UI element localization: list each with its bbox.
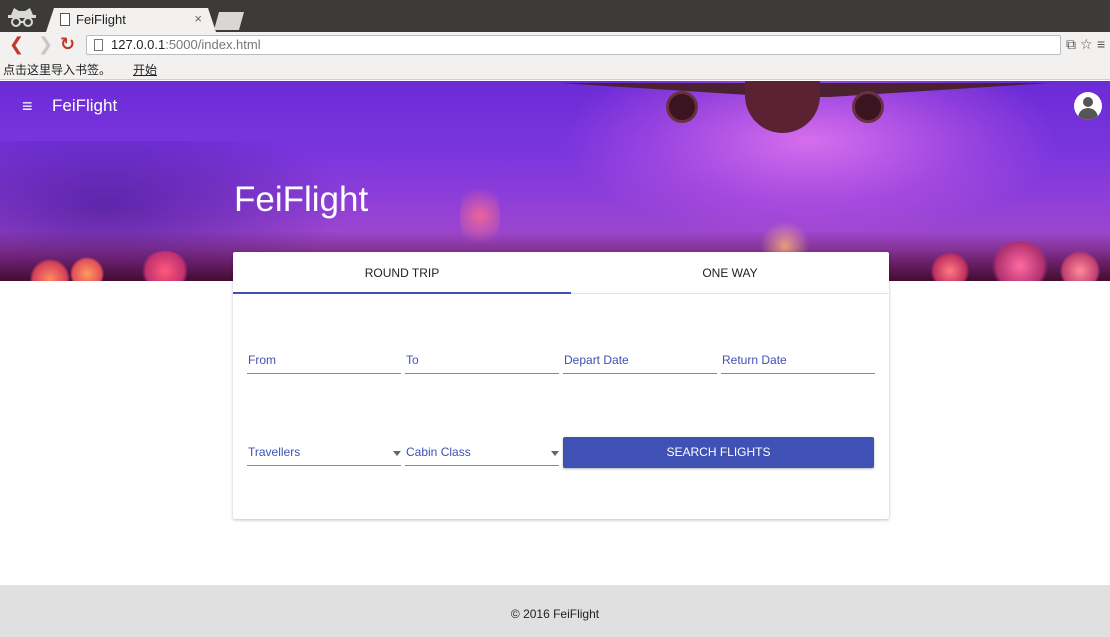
travellers-label: Travellers — [248, 445, 301, 459]
page-icon — [60, 13, 70, 26]
to-label: To — [406, 353, 419, 367]
browser-toolbar: ❮ ❯ ↻ 127.0.0.1:5000/index.html ⧉ ☆ ≡ — [0, 32, 1110, 58]
star-icon[interactable]: ☆ — [1080, 36, 1093, 53]
bookmarks-start-link[interactable]: 开始 — [133, 61, 157, 78]
forward-icon[interactable]: ❯ — [38, 34, 53, 54]
to-field[interactable]: To — [405, 350, 559, 374]
footer: © 2016 FeiFlight — [0, 585, 1110, 637]
url-text: 127.0.0.1:5000/index.html — [111, 37, 261, 52]
browser-tab[interactable]: FeiFlight × — [46, 8, 216, 32]
page-icon — [94, 39, 103, 51]
browser-tabstrip: FeiFlight × — [0, 0, 1110, 32]
flight-search-card: ROUND TRIP ONE WAY From To Depart Date R… — [233, 252, 889, 519]
app-title: FeiFlight — [52, 96, 118, 115]
travellers-select[interactable]: Travellers — [247, 442, 401, 466]
tab-one-way[interactable]: ONE WAY — [571, 252, 889, 294]
cabin-class-select[interactable]: Cabin Class — [405, 442, 559, 466]
active-tab-indicator — [233, 292, 571, 294]
hero-banner — [0, 81, 1110, 281]
address-bar[interactable]: 127.0.0.1:5000/index.html — [86, 35, 1061, 55]
hamburger-menu-icon[interactable]: ≡ — [22, 96, 33, 117]
from-field[interactable]: From — [247, 350, 401, 374]
cabin-class-label: Cabin Class — [406, 445, 471, 459]
account-avatar-icon[interactable] — [1074, 92, 1102, 120]
dropdown-arrow-icon — [551, 451, 559, 456]
tab-round-trip[interactable]: ROUND TRIP — [233, 252, 571, 294]
footer-copyright: © 2016 FeiFlight — [510, 607, 600, 621]
trip-type-tabs: ROUND TRIP ONE WAY — [233, 252, 889, 294]
bookmarks-bar: 点击这里导入书签。 开始 — [0, 58, 1110, 80]
translate-icon[interactable]: ⧉ — [1066, 36, 1076, 53]
hero-title: FeiFlight — [234, 180, 369, 219]
depart-date-field[interactable]: Depart Date — [563, 350, 717, 374]
reload-icon[interactable]: ↻ — [60, 34, 75, 54]
return-date-label: Return Date — [722, 353, 787, 367]
dropdown-arrow-icon — [393, 451, 401, 456]
bookmarks-prompt: 点击这里导入书签。 — [3, 63, 112, 77]
from-label: From — [248, 353, 276, 367]
new-tab-button[interactable] — [214, 12, 244, 30]
search-flights-button[interactable]: SEARCH FLIGHTS — [563, 437, 874, 468]
back-icon[interactable]: ❮ — [9, 34, 24, 54]
menu-icon[interactable]: ≡ — [1097, 36, 1105, 52]
return-date-field[interactable]: Return Date — [721, 350, 875, 374]
tab-title: FeiFlight — [76, 12, 126, 27]
close-tab-icon[interactable]: × — [194, 11, 202, 26]
depart-date-label: Depart Date — [564, 353, 629, 367]
incognito-icon — [8, 8, 36, 27]
